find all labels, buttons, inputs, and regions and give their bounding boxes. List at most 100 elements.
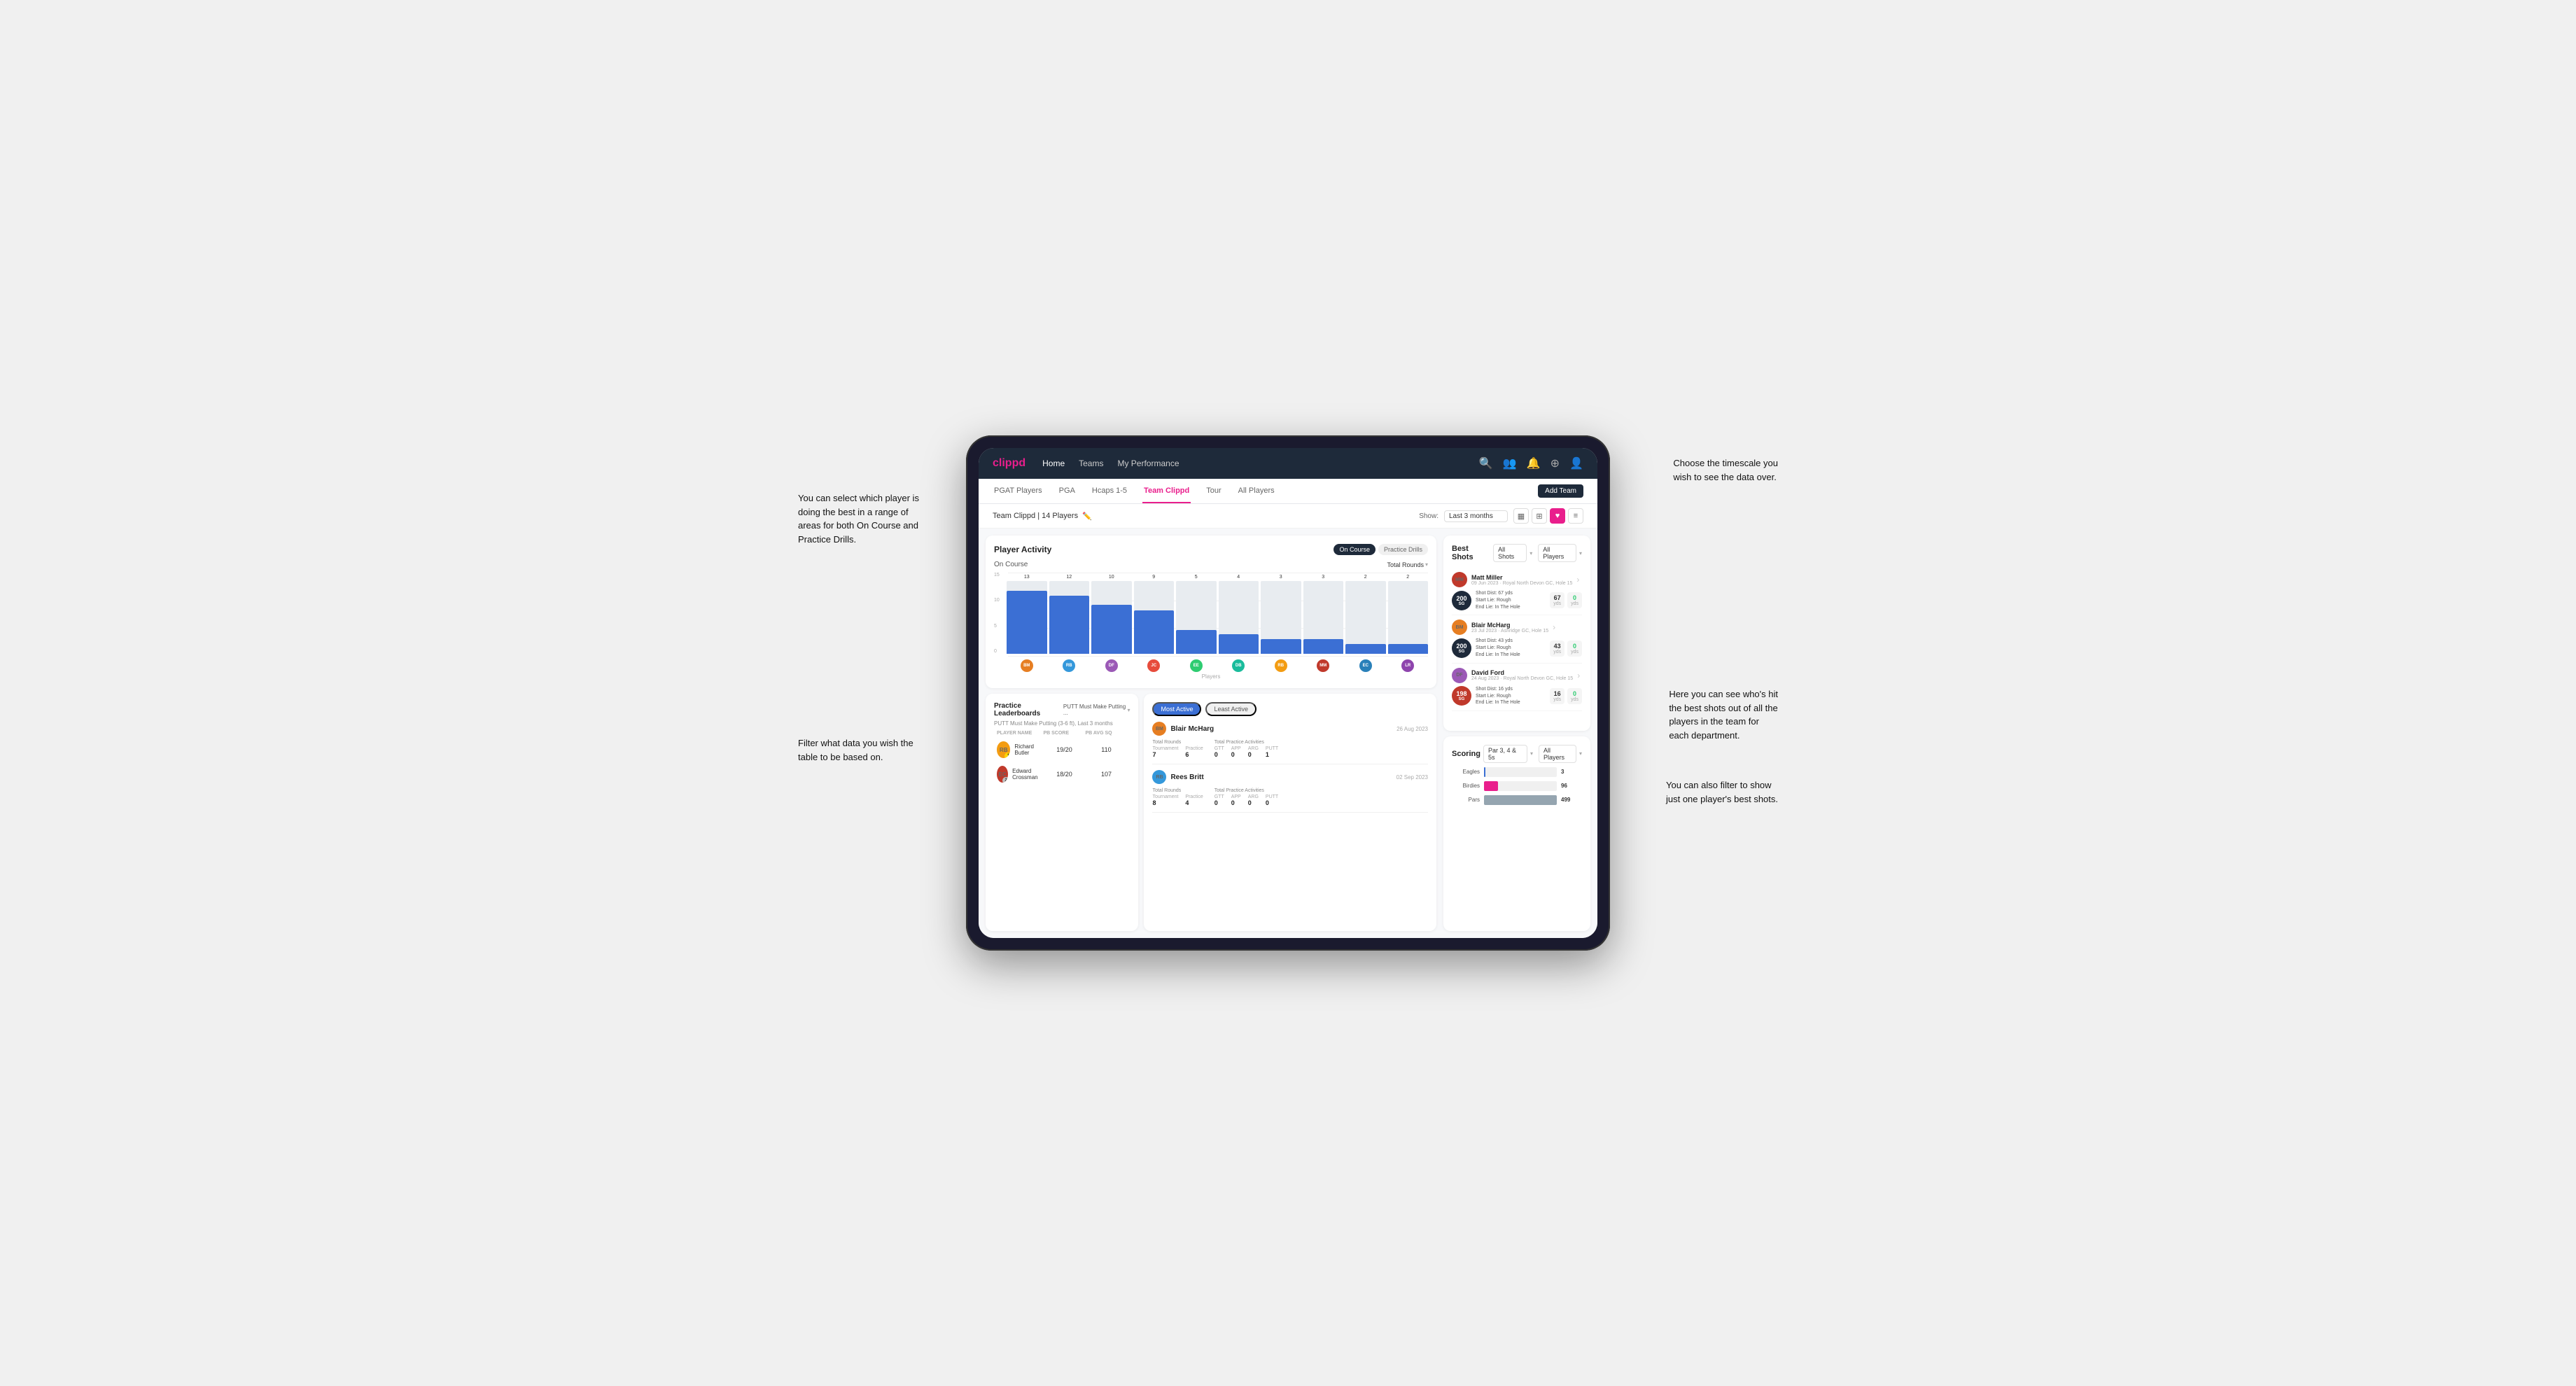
- all-shots-filter[interactable]: All Shots: [1493, 544, 1527, 562]
- leaderboard-subtitle: PUTT Must Make Putting (3-6 ft), Last 3 …: [994, 720, 1130, 727]
- bar-rbutler: 3: [1261, 575, 1301, 654]
- shot-info-2: Shot Dist: 43 yds Start Lie: Rough End L…: [1476, 638, 1546, 658]
- view-grid3-icon[interactable]: ⊞: [1532, 508, 1547, 524]
- avatar-icon[interactable]: 👤: [1569, 456, 1583, 470]
- chevron-par: ▾: [1530, 750, 1533, 757]
- add-icon[interactable]: ⊕: [1550, 456, 1560, 470]
- sub-nav-pga[interactable]: PGA: [1058, 479, 1077, 503]
- chart-dropdown[interactable]: Total Rounds ▾: [1387, 561, 1428, 568]
- stat-app-2: APP 0: [1231, 794, 1241, 806]
- shot-arrow-1[interactable]: ›: [1576, 575, 1579, 584]
- shot-arrow-3[interactable]: ›: [1577, 671, 1580, 680]
- scoring-label-birdies: Birdies: [1452, 783, 1480, 789]
- stat-group-activities-2: Total Practice Activities GTT 0 APP: [1214, 788, 1278, 806]
- chevron-players: ▾: [1579, 550, 1582, 556]
- avatar-lrobertson: LR: [1401, 659, 1414, 672]
- sub-nav-hcaps[interactable]: Hcaps 1-5: [1091, 479, 1128, 503]
- table-row[interactable]: EC 2 Edward Crossman 18/20 107: [994, 763, 1130, 785]
- view-list-icon[interactable]: ≡: [1568, 508, 1583, 524]
- main-content: Player Activity On Course Practice Drill…: [979, 528, 1597, 938]
- player-info-1: RB 1 Richard Butler: [997, 741, 1043, 758]
- edit-icon[interactable]: ✏️: [1082, 512, 1092, 521]
- bell-icon[interactable]: 🔔: [1527, 456, 1541, 470]
- shot-player-name-2: Blair McHarg: [1471, 622, 1548, 629]
- practice-drills-tab[interactable]: Practice Drills: [1378, 544, 1428, 555]
- activity-player-2-name: Rees Britt: [1170, 774, 1203, 781]
- avatar-ecrossman: EC: [1359, 659, 1372, 672]
- add-team-button[interactable]: Add Team: [1538, 484, 1583, 498]
- shot-item-2: BM Blair McHarg 23 Jul 2023 · Ashridge G…: [1452, 615, 1582, 663]
- player-name-edward: Edward Crossman: [1012, 768, 1043, 780]
- left-panel: Player Activity On Course Practice Drill…: [979, 528, 1443, 938]
- least-active-tab[interactable]: Least Active: [1205, 702, 1256, 716]
- scoring-val-eagles: 3: [1561, 769, 1582, 775]
- stat-practice-1: Practice 6: [1185, 746, 1203, 758]
- bar-lrobertson: 2: [1388, 575, 1429, 654]
- y-label-10: 10: [994, 598, 1005, 603]
- activity-stats-2: Total Rounds Tournament 8 Practice: [1152, 788, 1428, 806]
- stat-row-2: GTT 0 APP 0: [1214, 746, 1278, 758]
- sub-nav: PGAT Players PGA Hcaps 1-5 Team Clippd T…: [979, 479, 1597, 504]
- view-grid2-icon[interactable]: ▦: [1513, 508, 1529, 524]
- shot-location-3: 24 Aug 2023 · Royal North Devon GC, Hole…: [1471, 676, 1573, 681]
- people-icon[interactable]: 👥: [1503, 456, 1517, 470]
- scoring-bar-container-eagles: [1484, 767, 1557, 777]
- metric-zero-2: 0 yds: [1567, 640, 1582, 657]
- avatar-edward: EC 2: [997, 766, 1008, 783]
- scoring-bar-birdies: [1484, 781, 1498, 791]
- stat-arg-1: ARG 0: [1248, 746, 1259, 758]
- leaderboard-title: Practice Leaderboards: [994, 702, 1063, 718]
- scoring-bars: Eagles 3 Birdies: [1452, 767, 1582, 805]
- annotation-mid-right: Here you can see who's hit the best shot…: [1669, 687, 1778, 742]
- sub-nav-pgat[interactable]: PGAT Players: [993, 479, 1044, 503]
- par-filter[interactable]: Par 3, 4 & 5s: [1483, 745, 1527, 763]
- view-heart-icon[interactable]: ♥: [1550, 508, 1565, 524]
- avatar-david-ford: DF: [1452, 668, 1467, 683]
- most-active-tab[interactable]: Most Active: [1152, 702, 1201, 716]
- bar-eebert: 5: [1176, 575, 1217, 654]
- scoring-val-birdies: 96: [1561, 783, 1582, 789]
- show-select[interactable]: Last 3 months Last 6 months Last year: [1444, 510, 1508, 522]
- avatar-mmiller: MM: [1317, 659, 1329, 672]
- stat-putt-2: PUTT 0: [1266, 794, 1278, 806]
- all-players-filter[interactable]: All Players: [1538, 544, 1576, 562]
- on-course-tab[interactable]: On Course: [1334, 544, 1376, 555]
- shot-player-info-2: BM Blair McHarg 23 Jul 2023 · Ashridge G…: [1452, 620, 1582, 635]
- chart-section-title: On Course: [994, 561, 1028, 568]
- y-label-5: 5: [994, 624, 1005, 629]
- metric-yds-1: 67 yds: [1550, 592, 1564, 608]
- scoring-bar-eagles: [1484, 767, 1485, 777]
- nav-link-teams[interactable]: Teams: [1079, 456, 1103, 471]
- sub-nav-team-clippd[interactable]: Team Clippd: [1142, 479, 1191, 503]
- leaderboard-dropdown[interactable]: PUTT Must Make Putting ... ▾: [1063, 704, 1130, 716]
- shot-metrics-2: 43 yds 0 yds: [1550, 640, 1582, 657]
- activity-card: Most Active Least Active BM Blair McHarg…: [1144, 694, 1436, 931]
- stat-putt-1: PUTT 1: [1266, 746, 1278, 758]
- shot-location-1: 09 Jun 2023 · Royal North Devon GC, Hole…: [1471, 581, 1572, 586]
- pb-score-2: 18/20: [1043, 771, 1085, 778]
- y-label-0: 0: [994, 649, 1005, 654]
- scoring-val-pars: 499: [1561, 797, 1582, 803]
- top-nav: clippd Home Teams My Performance 🔍 👥 🔔 ⊕…: [979, 448, 1597, 479]
- avatar-rbutler: RB: [1275, 659, 1287, 672]
- search-icon[interactable]: 🔍: [1479, 456, 1493, 470]
- sub-nav-all-players[interactable]: All Players: [1237, 479, 1276, 503]
- player-activity-title: Player Activity: [994, 545, 1051, 554]
- scoring-card: Scoring Par 3, 4 & 5s ▾ All Players ▾ Ea…: [1443, 736, 1590, 932]
- nav-link-performance[interactable]: My Performance: [1117, 456, 1179, 471]
- shot-badge-3: 198 SG: [1452, 686, 1471, 706]
- bars-area: 13 12: [1007, 573, 1428, 671]
- tablet-screen: clippd Home Teams My Performance 🔍 👥 🔔 ⊕…: [979, 448, 1597, 938]
- scoring-label-eagles: Eagles: [1452, 769, 1480, 775]
- sub-nav-tour[interactable]: Tour: [1205, 479, 1222, 503]
- nav-link-home[interactable]: Home: [1042, 456, 1065, 471]
- all-players-scoring-filter[interactable]: All Players: [1539, 745, 1576, 763]
- shot-arrow-2[interactable]: ›: [1553, 622, 1555, 632]
- table-row[interactable]: RB 1 Richard Butler 19/20 110: [994, 738, 1130, 761]
- activity-stats-1: Total Rounds Tournament 7 Practice: [1152, 740, 1428, 758]
- shot-item-3: DF David Ford 24 Aug 2023 · Royal North …: [1452, 664, 1582, 711]
- shot-details-1: 200 SG Shot Dist: 67 yds Start Lie: Roug…: [1452, 590, 1582, 610]
- shot-player-name-3: David Ford: [1471, 669, 1573, 676]
- shot-info-1: Shot Dist: 67 yds Start Lie: Rough End L…: [1476, 590, 1546, 610]
- activity-tabs: Most Active Least Active: [1152, 702, 1428, 716]
